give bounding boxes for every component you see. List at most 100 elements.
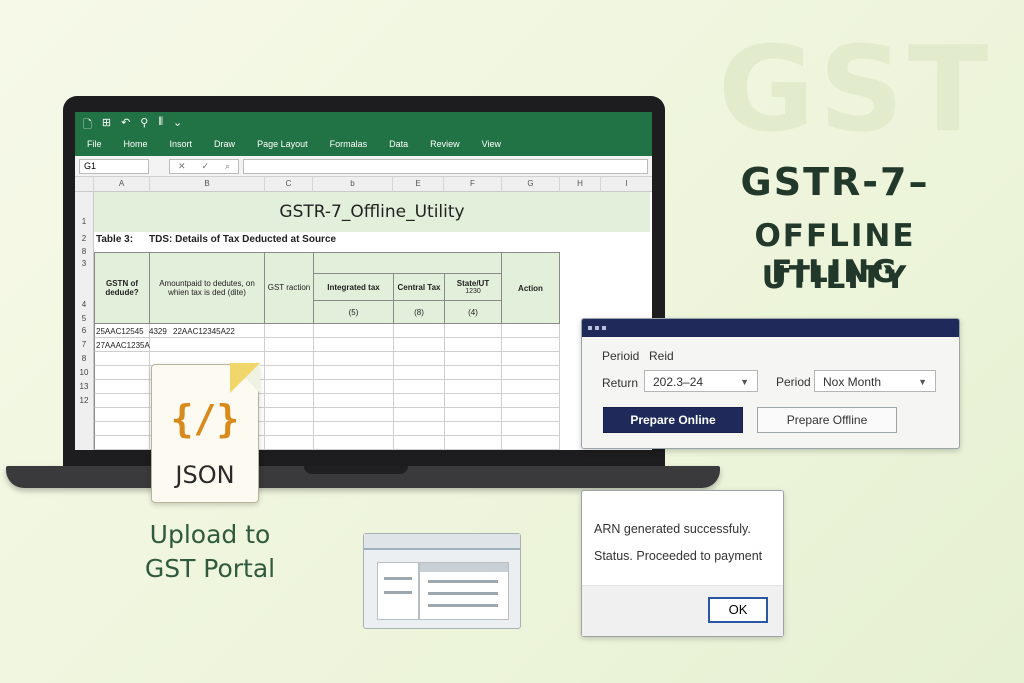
table-cell[interactable] [94,436,150,450]
window-dot-icon[interactable] [602,326,606,330]
prepare-offline-button[interactable]: Prepare Offline [757,407,897,433]
menu-draw[interactable]: Draw [214,139,235,149]
table-cell[interactable] [313,338,394,352]
table-cell[interactable] [393,352,445,366]
table-cell[interactable] [393,380,445,394]
table-cell[interactable] [313,436,394,450]
column-header[interactable]: E [393,177,444,192]
table-cell[interactable] [94,366,150,380]
table-cell[interactable] [393,324,445,338]
table-cell[interactable] [444,324,502,338]
table-cell[interactable] [444,352,502,366]
row-header[interactable]: 6 [75,324,94,338]
column-header[interactable]: I [601,177,652,192]
table-cell[interactable] [501,352,560,366]
table-cell[interactable] [313,394,394,408]
table-cell[interactable] [444,338,502,352]
table-cell[interactable] [313,422,394,436]
table-cell[interactable] [313,408,394,422]
table-cell[interactable] [264,380,314,394]
menu-page-layout[interactable]: Page Layout [257,139,308,149]
table-cell[interactable] [264,408,314,422]
row-header[interactable]: 10 [75,366,94,380]
table-cell[interactable] [313,380,394,394]
table-cell[interactable] [444,436,502,450]
table-cell[interactable] [94,422,150,436]
row-header[interactable]: 1 [75,192,94,232]
window-dot-icon[interactable] [588,326,592,330]
table-cell[interactable] [444,366,502,380]
table-cell[interactable] [393,436,445,450]
period-select[interactable]: Nox Month ▼ [814,370,936,392]
table-cell[interactable] [393,338,445,352]
table-cell[interactable] [264,422,314,436]
column-header[interactable]: H [560,177,601,192]
table-cell[interactable] [393,422,445,436]
row-header[interactable]: 13 [75,380,94,394]
formula-input[interactable] [243,159,648,174]
format-painter-icon[interactable]: ↶ [121,116,130,135]
cell-b6[interactable]: 22AAC12345A22 [173,327,235,336]
table-cell[interactable] [313,352,394,366]
table-cell[interactable] [94,408,150,422]
table-cell[interactable] [393,366,445,380]
table-cell[interactable] [94,394,150,408]
column-header[interactable]: A [94,177,150,192]
columns-icon[interactable]: ⫴ [158,116,163,135]
row-header[interactable]: 4 [75,270,94,314]
row-header[interactable]: 8 [75,246,94,258]
menu-review[interactable]: Review [430,139,460,149]
window-dot-icon[interactable] [595,326,599,330]
table-cell[interactable] [94,380,150,394]
table-cell[interactable] [444,394,502,408]
column-header[interactable]: F [444,177,502,192]
table-cell[interactable] [313,324,394,338]
search-icon[interactable]: ⌕ [225,160,230,173]
table-cell[interactable] [501,338,560,352]
table-cell[interactable] [501,394,560,408]
json-file-icon[interactable]: {/} JSON [151,363,260,503]
column-header[interactable]: G [502,177,560,192]
menu-data[interactable]: Data [389,139,408,149]
table-cell[interactable] [264,436,314,450]
name-box[interactable]: G1 [79,159,149,174]
confirm-icon[interactable]: ✓ [201,160,209,173]
menu-insert[interactable]: Insort [170,139,193,149]
table-cell[interactable] [264,366,314,380]
table-cell[interactable] [501,324,560,338]
table-cell[interactable] [313,366,394,380]
column-header[interactable]: b [313,177,393,192]
table-cell[interactable] [149,338,265,352]
menu-file[interactable]: File [87,139,102,149]
column-header[interactable]: C [265,177,313,192]
table-cell[interactable] [444,380,502,394]
table-cell[interactable] [501,380,560,394]
row-header[interactable]: 2 [75,232,94,246]
cell-a6[interactable]: 25AAC12545 [96,327,144,336]
row-header[interactable]: 3 [75,258,94,270]
grid-icon[interactable]: ⊞ [102,116,111,135]
cell-a7[interactable]: 27AAAC1235A [96,341,150,350]
table-cell[interactable] [501,422,560,436]
more-icon[interactable]: ⌄ [173,116,182,135]
pin-icon[interactable]: ⚲ [140,116,148,135]
table-cell[interactable] [264,338,314,352]
cancel-icon[interactable]: ✕ [178,160,186,173]
table-cell[interactable] [393,394,445,408]
table-cell[interactable] [94,352,150,366]
table-cell[interactable] [501,366,560,380]
prepare-online-button[interactable]: Prepare Online [603,407,743,433]
corner-cell[interactable] [75,177,94,192]
row-header[interactable]: 12 [75,394,94,450]
menu-view[interactable]: View [482,139,501,149]
table-cell[interactable] [444,422,502,436]
column-header[interactable]: B [150,177,265,192]
row-header[interactable]: 8 [75,352,94,366]
menu-formulas[interactable]: Formalas [330,139,368,149]
row-header[interactable]: 7 [75,338,94,352]
return-select[interactable]: 202.3–24 ▼ [644,370,758,392]
ok-button[interactable]: OK [708,597,768,623]
table-cell[interactable] [264,394,314,408]
table-cell[interactable] [501,408,560,422]
menu-home[interactable]: Home [124,139,148,149]
